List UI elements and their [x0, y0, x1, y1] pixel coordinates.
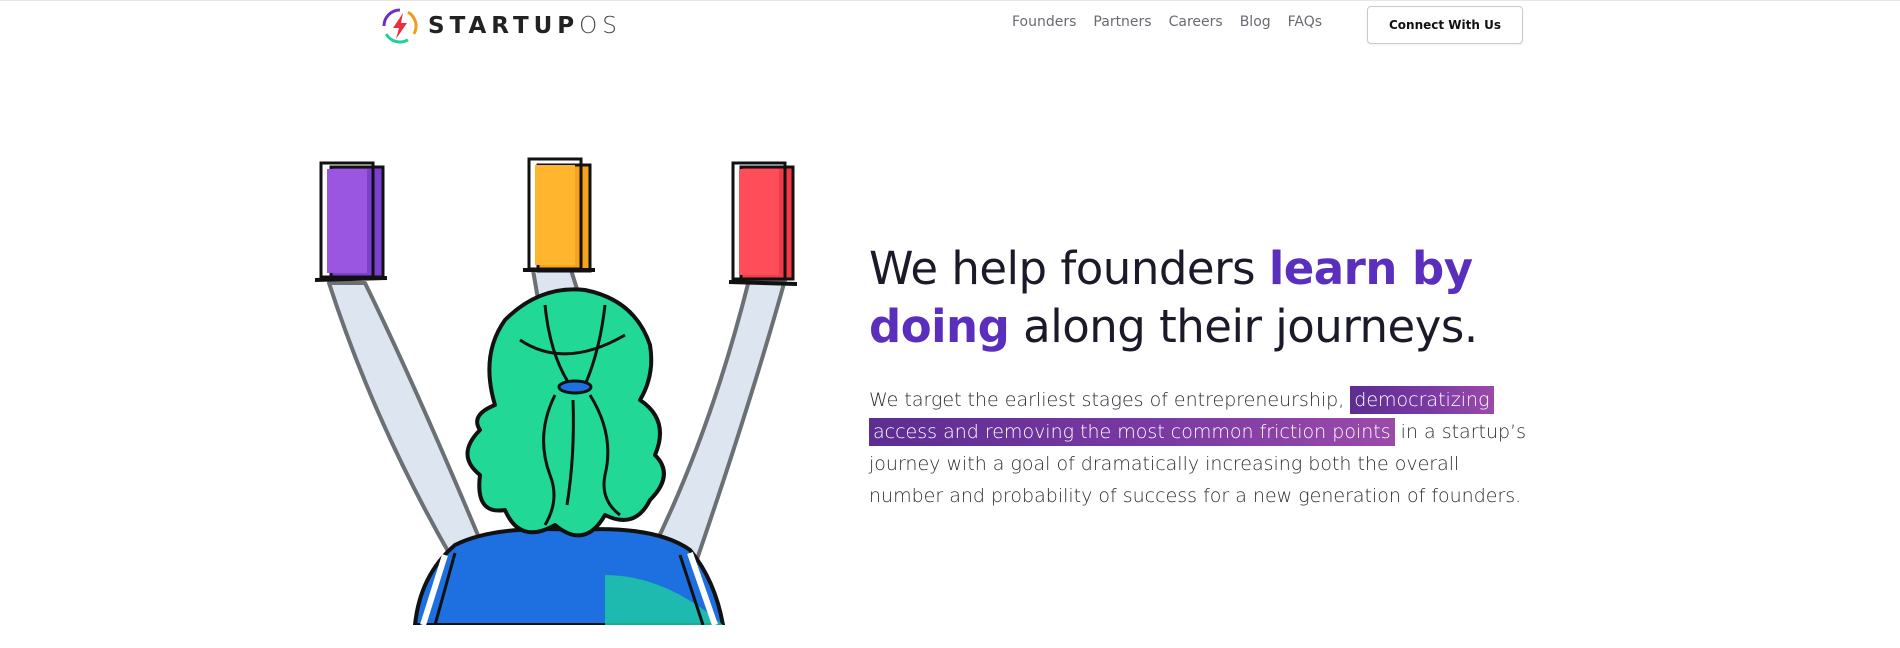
- hero-title-part1: We help founders: [869, 242, 1269, 295]
- right-arm: [648, 278, 787, 567]
- brand-name: STARTUPOS: [428, 13, 622, 39]
- connect-with-us-button[interactable]: Connect With Us: [1367, 6, 1523, 44]
- red-door: [728, 161, 798, 286]
- hero-title-part2: along their journeys.: [1009, 300, 1478, 353]
- lightning-bolt-logo-icon: [382, 8, 418, 44]
- hero-section: We help founders learn by doing along the…: [869, 240, 1549, 512]
- nav-link-blog[interactable]: Blog: [1240, 14, 1271, 34]
- hero-description-part1: We target the earliest stages of entrepr…: [869, 389, 1351, 411]
- hero-title: We help founders learn by doing along the…: [869, 240, 1549, 356]
- purple-door: [314, 161, 388, 282]
- brand-name-part2: OS: [579, 13, 622, 39]
- brand-name-part1: STARTUP: [428, 13, 580, 39]
- hair: [465, 287, 666, 538]
- left-arm: [327, 281, 482, 562]
- brand-logo[interactable]: STARTUPOS: [382, 8, 622, 44]
- nav-link-faqs[interactable]: FAQs: [1288, 14, 1322, 34]
- nav-link-founders[interactable]: Founders: [1012, 14, 1076, 34]
- site-header: STARTUPOS Founders Partners Careers Blog…: [0, 0, 1900, 50]
- nav-link-careers[interactable]: Careers: [1169, 14, 1223, 34]
- hero-title-highlight-doing: doing: [869, 300, 1010, 353]
- hero-title-highlight-learn-by: learn by: [1268, 242, 1473, 295]
- nav-link-partners[interactable]: Partners: [1093, 14, 1151, 34]
- orange-door: [523, 157, 595, 273]
- hero-illustration: [314, 157, 798, 625]
- hero-description: We target the earliest stages of entrepr…: [869, 384, 1529, 512]
- main-nav: Founders Partners Careers Blog FAQs: [1012, 14, 1339, 34]
